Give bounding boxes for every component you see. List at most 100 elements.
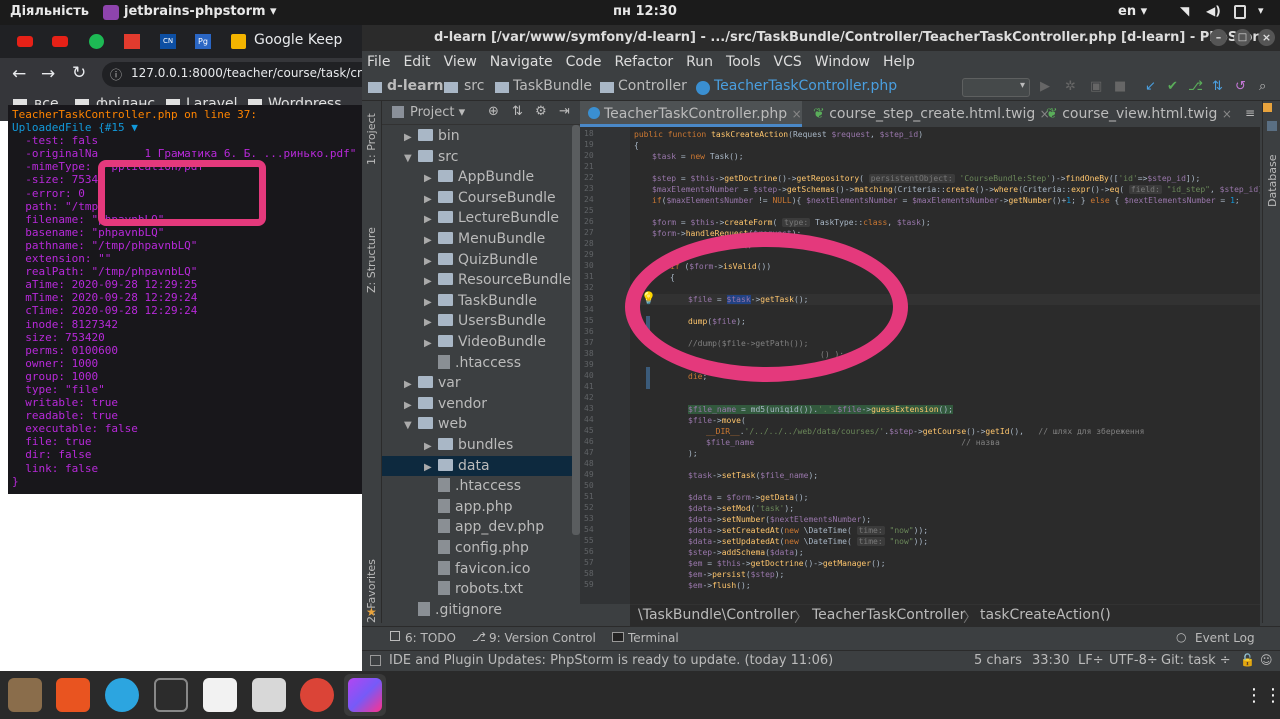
stop-icon[interactable]: ■ [1114, 79, 1126, 94]
tab-teachertaskcontroller[interactable]: TeacherTaskController.php × [580, 101, 802, 127]
menu-run[interactable]: Run [686, 54, 713, 70]
version-control-tab[interactable]: 9: Version Control [489, 631, 596, 645]
tree-item[interactable]: ▶ MenuBundle [382, 229, 572, 249]
tab-course-view[interactable]: ❦ course_view.html.twig × [1038, 101, 1238, 127]
menu-edit[interactable]: Edit [403, 54, 430, 70]
spotify-icon[interactable] [89, 34, 104, 49]
tree-item[interactable]: ▶ AppBundle [382, 167, 572, 187]
target-icon[interactable]: ⊕ [488, 104, 499, 119]
line-separator[interactable]: LF÷ [1078, 653, 1104, 668]
breadcrumb-method[interactable]: taskCreateAction() [980, 607, 1111, 623]
run-icon[interactable]: ▶ [1040, 79, 1050, 94]
wifi-icon[interactable]: ◥ [1180, 4, 1189, 18]
chrome-icon[interactable] [300, 678, 334, 712]
event-log-tab[interactable]: Event Log [1195, 631, 1255, 645]
menu-vcs[interactable]: VCS [774, 54, 802, 70]
tree-item[interactable]: ▶ CourseBundle [382, 188, 572, 208]
git-branch[interactable]: Git: task ÷ [1161, 653, 1231, 668]
menu-window[interactable]: Window [815, 54, 870, 70]
pg-icon[interactable]: Pg [195, 34, 211, 49]
collapsed-arrow-icon[interactable]: ▶ [404, 128, 418, 148]
reload-icon[interactable]: ↻ [72, 63, 86, 83]
files-icon[interactable] [8, 678, 42, 712]
project-tool-tab[interactable]: 1: Project [365, 113, 378, 165]
tree-item[interactable]: ▶ bundles [382, 435, 572, 455]
collapsed-arrow-icon[interactable]: ▶ [424, 458, 438, 478]
maximize-icon[interactable]: □ [1234, 29, 1251, 46]
vcs-update-icon[interactable]: ↙ [1145, 79, 1156, 94]
run-config-select[interactable]: ▾ [962, 78, 1030, 97]
status-message[interactable]: IDE and Plugin Updates: PhpStorm is read… [389, 653, 833, 668]
archive-icon[interactable] [252, 678, 286, 712]
collapse-icon[interactable]: ⇅ [512, 104, 523, 119]
file-encoding[interactable]: UTF-8÷ [1109, 653, 1158, 668]
system-menu-icon[interactable]: ▾ [1258, 4, 1264, 17]
nav-taskbundle[interactable]: TaskBundle [513, 78, 592, 94]
info-icon[interactable]: ⓘ [110, 66, 122, 83]
warning-marker[interactable] [1263, 103, 1272, 112]
revert-icon[interactable]: ↺ [1235, 79, 1246, 94]
expanded-arrow-icon[interactable]: ▼ [404, 416, 418, 436]
app-grid-icon[interactable]: ⋮⋮⋮ [1245, 685, 1280, 706]
youtube-icon[interactable] [17, 36, 33, 47]
breadcrumb-namespace[interactable]: \TaskBundle\Controller [638, 607, 795, 623]
nav-controller[interactable]: Controller [618, 78, 687, 94]
app-menu[interactable]: jetbrains-phpstorm ▾ [124, 4, 277, 19]
gear-icon[interactable]: ⚙ [535, 104, 547, 119]
caret-position[interactable]: 33:30 [1032, 653, 1069, 668]
menu-refactor[interactable]: Refactor [614, 54, 673, 70]
menu-view[interactable]: View [444, 54, 477, 70]
collapsed-arrow-icon[interactable]: ▶ [424, 252, 438, 272]
collapsed-arrow-icon[interactable]: ▶ [404, 396, 418, 416]
tree-item[interactable]: .gitignore [382, 600, 572, 620]
volume-icon[interactable]: ◀) [1206, 4, 1221, 18]
minimize-icon[interactable]: – [1210, 29, 1227, 46]
debug-icon[interactable]: ✲ [1065, 79, 1076, 94]
text-editor-icon[interactable] [203, 678, 237, 712]
coverage-icon[interactable]: ▣ [1090, 79, 1102, 94]
collapsed-arrow-icon[interactable]: ▶ [424, 210, 438, 230]
nav-project[interactable]: d-learn [387, 78, 443, 94]
tree-item[interactable]: ▶ UsersBundle [382, 311, 572, 331]
tree-item[interactable]: app_dev.php [382, 517, 572, 537]
youtube-icon[interactable] [52, 36, 68, 47]
collapsed-arrow-icon[interactable]: ▶ [424, 169, 438, 189]
tree-item[interactable]: app.php [382, 497, 572, 517]
menu-file[interactable]: File [367, 54, 390, 70]
collapsed-arrow-icon[interactable]: ▶ [424, 190, 438, 210]
tree-item[interactable]: ▶ ResourceBundle [382, 270, 572, 290]
collapsed-arrow-icon[interactable]: ▶ [424, 293, 438, 313]
expanded-arrow-icon[interactable]: ▼ [404, 149, 418, 169]
tree-item[interactable]: ▶ LectureBundle [382, 208, 572, 228]
tree-item[interactable]: ▶ bin [382, 126, 572, 146]
nav-file[interactable]: TeacherTaskController.php [714, 78, 897, 94]
close-icon[interactable]: × [1258, 29, 1275, 46]
close-tab-icon[interactable]: × [792, 107, 802, 121]
dump-line[interactable]: UploadedFile {#15 ▼ [12, 121, 358, 134]
menu-tools[interactable]: Tools [726, 54, 761, 70]
inspector-icon[interactable]: ☺ [1260, 653, 1273, 667]
collapsed-arrow-icon[interactable]: ▶ [424, 334, 438, 354]
structure-tool-tab[interactable]: Z: Structure [365, 227, 378, 293]
tree-item[interactable]: ▶ TaskBundle [382, 291, 572, 311]
tree-item[interactable]: ▶ vendor [382, 394, 572, 414]
tree-item[interactable]: ▶ data [382, 455, 572, 478]
app-icon[interactable] [124, 34, 140, 49]
software-icon[interactable] [56, 678, 90, 712]
language-indicator[interactable]: en ▾ [1118, 4, 1147, 19]
todo-tab[interactable]: 6: TODO [405, 631, 456, 645]
tree-item[interactable]: ▶ QuizBundle [382, 250, 572, 270]
project-view-select[interactable]: Project ▾ [410, 105, 465, 120]
database-tool-tab[interactable]: Database [1266, 155, 1279, 208]
tree-item[interactable]: ▼ web [382, 414, 572, 434]
tab-google-keep[interactable]: Google Keep [254, 32, 342, 48]
url-field[interactable]: ⓘ 127.0.0.1:8000/teacher/course/task/cre [102, 62, 369, 87]
tree-item[interactable]: ▼ src [382, 147, 572, 167]
menu-navigate[interactable]: Navigate [490, 54, 553, 70]
telegram-icon[interactable] [105, 678, 139, 712]
terminal-tab[interactable]: Terminal [628, 631, 679, 645]
nav-src[interactable]: src [464, 78, 484, 94]
forward-icon[interactable]: → [41, 64, 55, 84]
activities-button[interactable]: Діяльність [10, 4, 89, 19]
tree-item[interactable]: .htaccess [382, 353, 572, 373]
